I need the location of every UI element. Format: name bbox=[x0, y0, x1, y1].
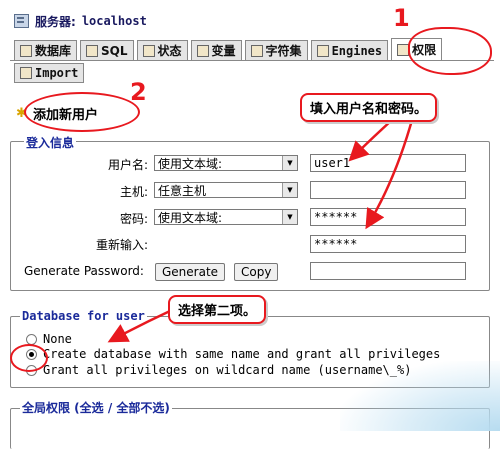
import-icon bbox=[20, 67, 32, 79]
variables-icon bbox=[196, 44, 209, 57]
tab-engines[interactable]: Engines bbox=[310, 40, 389, 60]
generate-password-label: Generate Password: bbox=[24, 264, 144, 278]
tab-variables[interactable]: 变量 bbox=[190, 40, 242, 60]
chevron-down-icon: ▼ bbox=[282, 210, 297, 224]
host-mode-select[interactable]: 任意主机 ▼ bbox=[154, 182, 298, 198]
username-mode-select[interactable]: 使用文本域: ▼ bbox=[154, 155, 298, 171]
annotation-circle-add-user bbox=[24, 92, 140, 132]
tab-label: 数据库 bbox=[35, 44, 72, 58]
db-option-label: None bbox=[43, 332, 72, 346]
username-input[interactable]: user1 bbox=[310, 154, 466, 172]
annotation-step-1: 1 bbox=[393, 4, 410, 32]
password-mode-value: 使用文本域: bbox=[158, 211, 223, 225]
tab-label: 状态 bbox=[157, 44, 182, 58]
copy-button[interactable]: Copy bbox=[234, 263, 279, 281]
database-icon bbox=[20, 44, 32, 57]
server-host-link[interactable]: localhost bbox=[82, 14, 147, 28]
status-icon bbox=[142, 44, 155, 57]
host-mode-value: 任意主机 bbox=[158, 184, 207, 198]
retype-password-input[interactable]: ****** bbox=[310, 235, 466, 253]
login-info-legend: 登入信息 bbox=[24, 134, 77, 151]
username-label: 用户名: bbox=[107, 158, 148, 172]
server-label: 服务器: bbox=[35, 14, 76, 29]
sql-icon bbox=[86, 44, 99, 57]
annotation-step-2: 2 bbox=[130, 78, 147, 106]
tab-label: SQL bbox=[101, 43, 128, 58]
tab-label: 字符集 bbox=[265, 44, 302, 58]
username-mode-value: 使用文本域: bbox=[158, 157, 223, 171]
chevron-down-icon: ▼ bbox=[282, 183, 297, 197]
tab-charset[interactable]: 字符集 bbox=[244, 40, 308, 60]
tab-label: Import bbox=[35, 66, 79, 80]
db-option-create[interactable]: Create database with same name and grant… bbox=[26, 347, 440, 361]
password-label: 密码: bbox=[119, 212, 148, 226]
host-input[interactable] bbox=[310, 181, 466, 199]
db-option-label: Create database with same name and grant… bbox=[43, 347, 441, 361]
global-privileges-legend[interactable]: 全局权限 (全选 / 全部不选) bbox=[20, 399, 172, 416]
tab-databases[interactable]: 数据库 bbox=[14, 40, 78, 60]
callout-select-second: 选择第二项。 bbox=[168, 295, 267, 324]
decorative-glow bbox=[340, 361, 500, 431]
host-label: 主机: bbox=[119, 185, 148, 199]
server-icon bbox=[14, 14, 29, 28]
tab-status[interactable]: 状态 bbox=[136, 40, 188, 60]
annotation-circle-privileges-tab bbox=[408, 27, 492, 75]
generated-password-input[interactable] bbox=[310, 262, 466, 280]
password-mode-select[interactable]: 使用文本域: ▼ bbox=[154, 209, 298, 225]
password-input[interactable]: ****** bbox=[310, 208, 466, 226]
tab-label: 变量 bbox=[211, 44, 236, 58]
engines-icon bbox=[316, 44, 329, 57]
charset-icon bbox=[250, 44, 263, 57]
callout-fill-credentials: 填入用户名和密码。 bbox=[300, 93, 438, 122]
tab-bar-secondary: Import bbox=[14, 63, 87, 83]
radio-button[interactable] bbox=[26, 333, 37, 345]
server-header: 服务器: localhost bbox=[14, 12, 147, 30]
tab-import[interactable]: Import bbox=[14, 63, 85, 83]
chevron-down-icon: ▼ bbox=[282, 156, 297, 170]
tab-label: Engines bbox=[331, 43, 383, 58]
database-legend: Database for user bbox=[20, 309, 147, 323]
tab-sql[interactable]: SQL bbox=[80, 40, 134, 60]
annotation-circle-radio bbox=[10, 344, 48, 372]
retype-label: 重新输入: bbox=[95, 238, 148, 252]
generate-button[interactable]: Generate bbox=[155, 263, 226, 281]
tab-bar: 数据库 SQL 状态 变量 字符集 Engines 权限 bbox=[14, 38, 445, 60]
